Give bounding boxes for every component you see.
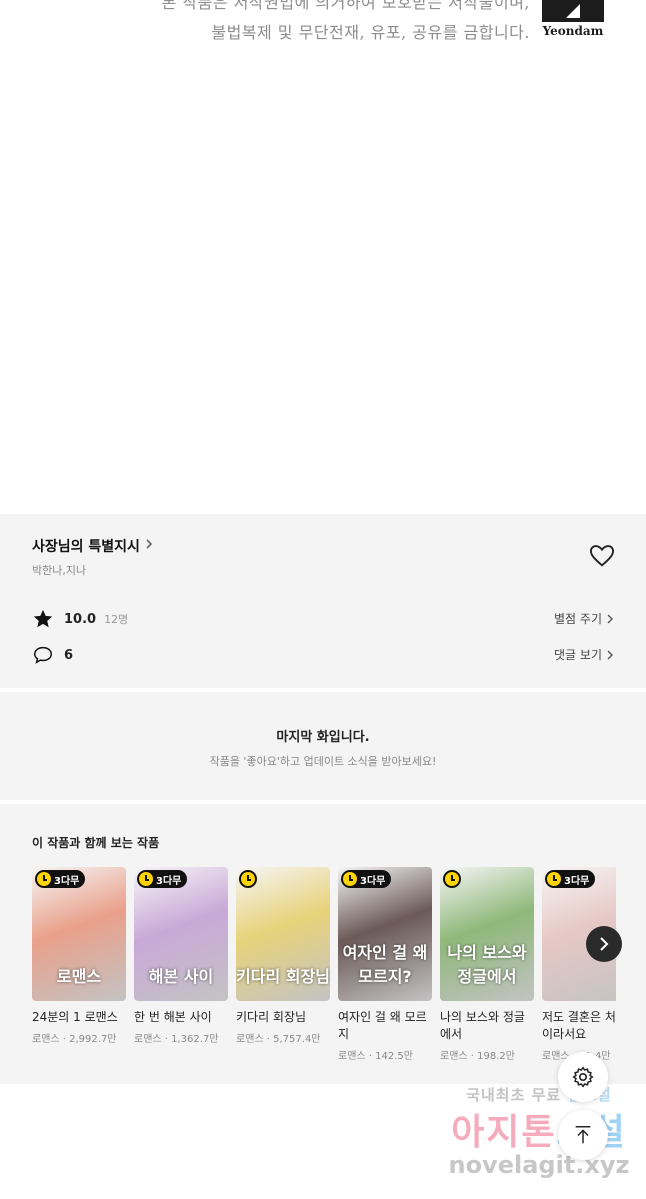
copyright-text: 본 작품은 저작권법에 의거하여 보호받는 저작물이며, 불법복제 및 무단전재… bbox=[162, 0, 530, 48]
recommendation-thumbnail: 3다무해본 사이 bbox=[134, 867, 228, 1001]
watermark-line-2a: 아지톤 bbox=[451, 1112, 557, 1153]
clock-icon bbox=[445, 872, 459, 886]
recommendation-card[interactable]: 3다무저도 결혼은 처음이라서요로맨스 · 41.4만 bbox=[542, 867, 616, 1062]
recommendations-heading: 이 작품과 함께 보는 작품 bbox=[32, 836, 160, 850]
recommendation-title: 키다리 회장님 bbox=[236, 1010, 307, 1024]
recommendation-title: 여자인 걸 왜 모르지 bbox=[338, 1010, 427, 1041]
recommendation-card[interactable]: 3다무여자인 걸 왜 모르지? 여자인 걸 왜 모르지로맨스 · 142.5만 bbox=[338, 867, 432, 1062]
clock-icon bbox=[343, 872, 357, 886]
copyright-line-1: 본 작품은 저작권법에 의거하여 보호받는 저작물이며, bbox=[161, 0, 530, 12]
wait-free-badge-label: 3다무 bbox=[360, 875, 386, 887]
view-comments-label: 댓글 보기 bbox=[554, 648, 602, 662]
publisher-logo: Yeondam bbox=[542, 0, 604, 40]
arrow-up-icon bbox=[575, 1126, 591, 1144]
notice-message: 작품을 '좋아요'하고 업데이트 소식을 받아보세요! bbox=[209, 755, 437, 768]
recommendation-title: 24분의 1 로맨스 bbox=[32, 1010, 118, 1024]
wait-free-badge-label: 3다무 bbox=[54, 875, 80, 887]
wait-free-badge bbox=[443, 870, 461, 888]
comment-icon bbox=[34, 646, 52, 664]
wait-free-badge: 3다무 bbox=[35, 870, 86, 888]
scroll-to-top-button[interactable] bbox=[558, 1110, 608, 1160]
wait-free-badge: 3다무 bbox=[341, 870, 392, 888]
thumbnail-title-art: 키다리 회장님 bbox=[236, 967, 330, 986]
work-title-link[interactable]: 사장님의 특별지시 bbox=[32, 536, 154, 556]
thumbnail-title-art: 해본 사이 bbox=[148, 967, 214, 986]
clock-icon bbox=[139, 872, 153, 886]
work-title: 사장님의 특별지시 bbox=[32, 539, 140, 555]
comment-count: 6 bbox=[64, 647, 74, 663]
rating-value: 10.0 bbox=[64, 611, 97, 627]
recommendation-meta: 로맨스 · 5,757.4만 bbox=[236, 1034, 321, 1045]
settings-button[interactable] bbox=[558, 1052, 608, 1102]
rate-button[interactable]: 별점 주기 bbox=[554, 610, 614, 627]
watermark-line-1a: 국내최초 무료 bbox=[466, 1086, 568, 1104]
clock-icon bbox=[547, 872, 561, 886]
gear-icon bbox=[572, 1066, 594, 1088]
notice-heading: 마지막 화입니다. bbox=[276, 730, 370, 745]
view-comments-button[interactable]: 댓글 보기 bbox=[554, 646, 614, 663]
like-button[interactable] bbox=[588, 542, 616, 570]
copyright-notice: 본 작품은 저작권법에 의거하여 보호받는 저작물이며, 불법복제 및 무단전재… bbox=[0, 0, 646, 60]
thumbnail-title-art: 여자인 걸 왜 모르지? bbox=[342, 943, 428, 986]
wait-free-badge bbox=[239, 870, 257, 888]
heart-icon bbox=[589, 545, 615, 567]
recommendation-thumbnail: 키다리 회장님 bbox=[236, 867, 330, 1001]
chevron-right-icon bbox=[607, 614, 613, 623]
recommendations-section: 이 작품과 함께 보는 작품 3다무로맨스 24분의 1 로맨스로맨스 · 2,9… bbox=[0, 804, 646, 1084]
recommendation-thumbnail: 3다무로맨스 bbox=[32, 867, 126, 1001]
wait-free-badge-label: 3다무 bbox=[156, 875, 182, 887]
recommendation-title: 저도 결혼은 처음이라서요 bbox=[542, 1010, 616, 1041]
clock-icon bbox=[37, 872, 51, 886]
recommendation-card[interactable]: 3다무로맨스 24분의 1 로맨스로맨스 · 2,992.7만 bbox=[32, 867, 126, 1045]
rating-stat: 10.0 12명 bbox=[32, 608, 128, 630]
rating-count: 12명 bbox=[104, 613, 129, 626]
recommendation-carousel: 3다무로맨스 24분의 1 로맨스로맨스 · 2,992.7만 3다무해본 사이한 … bbox=[32, 867, 616, 1082]
last-episode-notice: 마지막 화입니다. 작품을 '좋아요'하고 업데이트 소식을 받아보세요! bbox=[0, 692, 646, 800]
rate-button-label: 별점 주기 bbox=[554, 612, 602, 626]
publisher-logo-mark bbox=[542, 0, 604, 22]
recommendation-card[interactable]: 3다무해본 사이한 번 해본 사이로맨스 · 1,362.7만 bbox=[134, 867, 228, 1045]
recommendation-meta: 로맨스 · 2,992.7만 bbox=[32, 1034, 117, 1045]
work-authors: 박한나,지나 bbox=[32, 564, 87, 577]
recommendation-thumbnail: 3다무여자인 걸 왜 모르지? bbox=[338, 867, 432, 1001]
watermark-line-3: novelagit.xyz bbox=[448, 1151, 630, 1179]
publisher-logo-word: Yeondam bbox=[542, 24, 604, 38]
wait-free-badge: 3다무 bbox=[545, 870, 596, 888]
thumbnail-title-art: 나의 보스와 정글에서 bbox=[447, 943, 527, 986]
recommendation-card[interactable]: 키다리 회장님 키다리 회장님 로맨스 · 5,757.4만 bbox=[236, 867, 330, 1045]
recommendation-meta: 로맨스 · 142.5만 bbox=[338, 1051, 413, 1062]
chevron-right-icon bbox=[607, 650, 613, 659]
recommendation-title: 나의 보스와 정글에서 bbox=[440, 1010, 525, 1041]
recommendation-thumbnail: 나의 보스와 정글에서 bbox=[440, 867, 534, 1001]
recommendation-card[interactable]: 나의 보스와 정글에서 나의 보스와 정글에서 로맨스 · 198.2만 bbox=[440, 867, 534, 1062]
star-icon bbox=[33, 609, 53, 628]
chevron-right-icon bbox=[600, 937, 609, 951]
copyright-line-2: 불법복제 및 무단전재, 유포, 공유를 금합니다. bbox=[211, 23, 530, 42]
carousel-next-button[interactable] bbox=[586, 926, 622, 962]
comment-stat: 6 bbox=[32, 644, 73, 666]
wait-free-badge: 3다무 bbox=[137, 870, 188, 888]
chevron-right-icon bbox=[144, 538, 154, 554]
wait-free-badge-label: 3다무 bbox=[564, 875, 590, 887]
recommendation-title: 한 번 해본 사이 bbox=[134, 1010, 212, 1024]
thumbnail-title-art: 로맨스 bbox=[56, 967, 102, 986]
work-info-panel: 사장님의 특별지시 박한나,지나 10.0 12명 별점 주기 6 댓글 보기 bbox=[0, 514, 646, 688]
recommendation-meta: 로맨스 · 198.2만 bbox=[440, 1051, 515, 1062]
recommendation-meta: 로맨스 · 1,362.7만 bbox=[134, 1034, 219, 1045]
clock-icon bbox=[241, 872, 255, 886]
